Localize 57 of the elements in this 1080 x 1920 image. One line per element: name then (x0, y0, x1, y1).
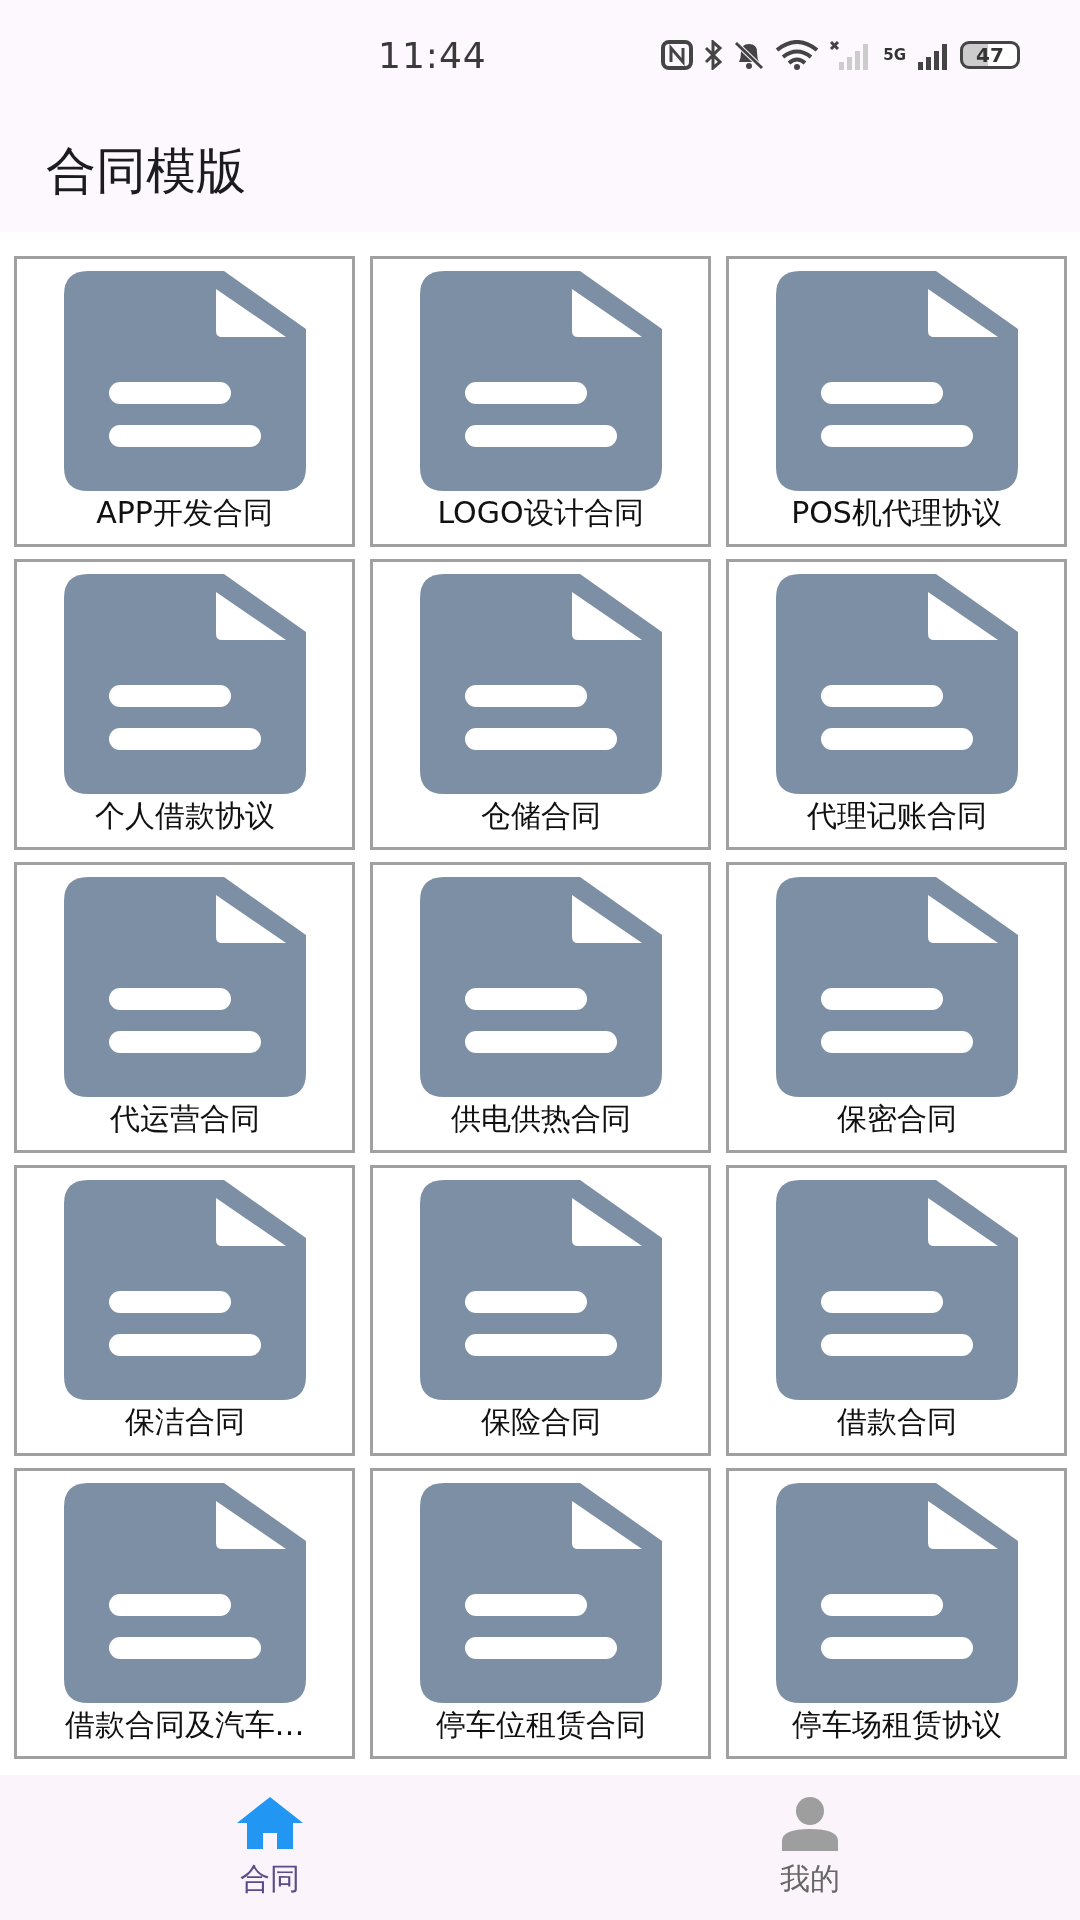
contract-label: 保洁合同 (124, 1403, 245, 1441)
document-icon (775, 1483, 1018, 1703)
contract-card[interactable]: 停车场租赁协议 (726, 1468, 1067, 1759)
contract-label: POS机代理协议 (791, 494, 1002, 532)
contract-label: 个人借款协议 (94, 797, 275, 835)
document-icon (419, 1483, 662, 1703)
contract-label: 代理记账合同 (806, 797, 987, 835)
nav-tab[interactable]: 我的 (540, 1775, 1080, 1920)
document-icon (419, 574, 662, 794)
contract-label: LOGO设计合同 (437, 494, 644, 532)
bluetooth-icon (703, 40, 724, 70)
document-icon (63, 877, 306, 1097)
document-icon (775, 877, 1018, 1097)
contract-card[interactable]: LOGO设计合同 (370, 256, 711, 547)
contract-card[interactable]: APP开发合同 (14, 256, 355, 547)
contract-label: 代运营合同 (109, 1100, 260, 1138)
wifi-icon (775, 40, 820, 70)
contract-label: 停车场租赁协议 (791, 1706, 1002, 1744)
contract-card[interactable]: 代理记账合同 (726, 559, 1067, 850)
document-icon (419, 1180, 662, 1400)
person-icon (780, 1795, 840, 1851)
document-icon (63, 1180, 306, 1400)
nfc-icon (661, 40, 694, 70)
battery-level: 47 (976, 43, 1004, 67)
document-icon (419, 877, 662, 1097)
contract-label: 保险合同 (480, 1403, 601, 1441)
contract-label: 保密合同 (836, 1100, 957, 1138)
bell-muted-icon (733, 40, 766, 70)
document-icon (419, 271, 662, 491)
contract-card[interactable]: 借款合同及汽车… (14, 1468, 355, 1759)
contract-card[interactable]: 个人借款协议 (14, 559, 355, 850)
network-label: 5G (883, 46, 906, 64)
contract-card[interactable]: 停车位租赁合同 (370, 1468, 711, 1759)
document-icon (775, 574, 1018, 794)
contract-card[interactable]: 保险合同 (370, 1165, 711, 1456)
contract-label: APP开发合同 (96, 494, 273, 532)
contract-card[interactable]: 借款合同 (726, 1165, 1067, 1456)
nav-tab[interactable]: 合同 (0, 1775, 540, 1920)
contract-label: 借款合同及汽车… (64, 1706, 305, 1744)
contract-label: 停车位租赁合同 (435, 1706, 646, 1744)
contract-label: 仓储合同 (480, 797, 601, 835)
contract-card[interactable]: 代运营合同 (14, 862, 355, 1153)
home-icon (235, 1795, 305, 1851)
contract-card[interactable]: 保密合同 (726, 862, 1067, 1153)
document-icon (63, 271, 306, 491)
status-time: 11:44 (378, 34, 487, 76)
contract-card[interactable]: 仓储合同 (370, 559, 711, 850)
document-icon (775, 1180, 1018, 1400)
document-icon (63, 574, 306, 794)
contract-label: 供电供热合同 (450, 1100, 631, 1138)
page-title: 合同模版 (46, 140, 246, 202)
contract-card[interactable]: 供电供热合同 (370, 862, 711, 1153)
contract-card[interactable]: POS机代理协议 (726, 256, 1067, 547)
document-icon (775, 271, 1018, 491)
contract-label: 借款合同 (836, 1403, 957, 1441)
contract-card[interactable]: 保洁合同 (14, 1165, 355, 1456)
document-icon (63, 1483, 306, 1703)
